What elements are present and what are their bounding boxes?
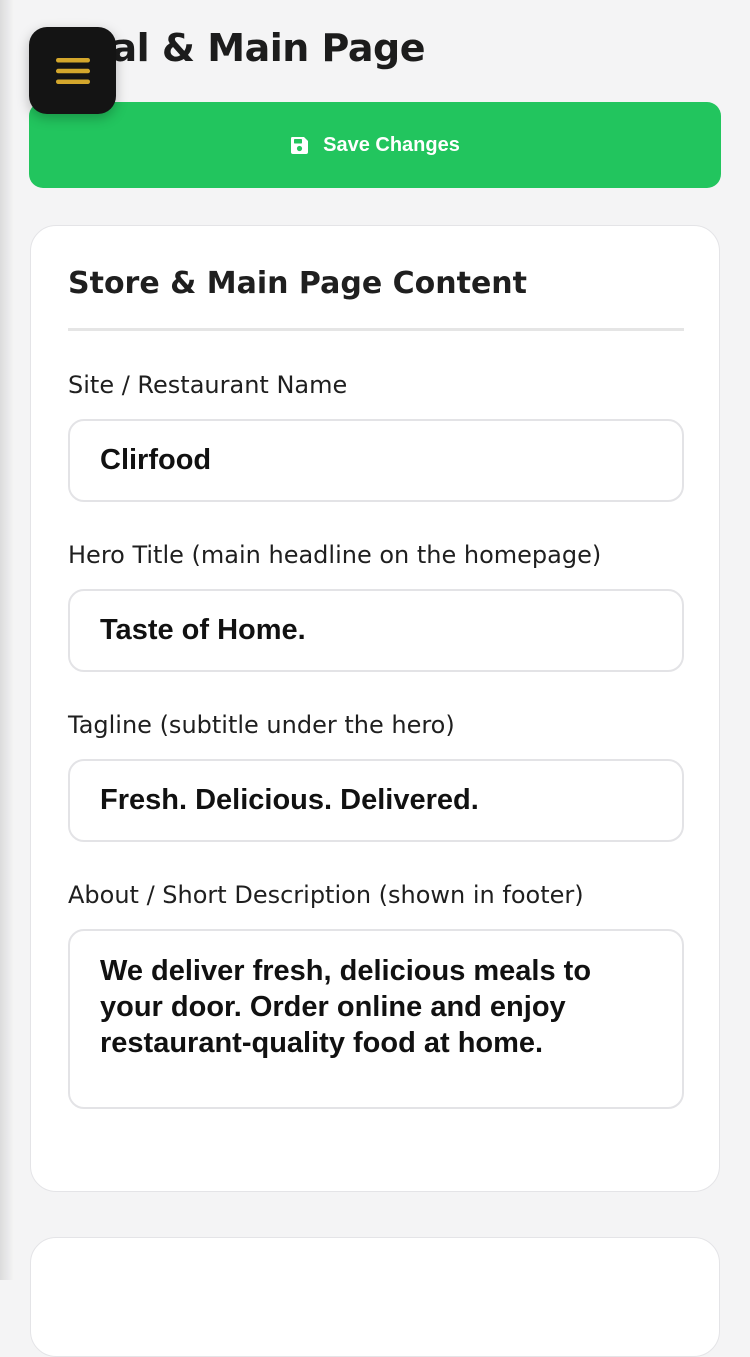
about-label: About / Short Description (shown in foot… <box>68 881 584 909</box>
about-textarea[interactable]: We deliver fresh, delicious meals to you… <box>68 929 684 1109</box>
save-changes-label: Save Changes <box>323 133 460 156</box>
tagline-input[interactable]: Fresh. Delicious. Delivered. <box>68 759 684 842</box>
card-title: Store & Main Page Content <box>68 266 527 301</box>
hamburger-icon <box>55 57 90 84</box>
save-changes-button[interactable]: Save Changes <box>29 102 721 188</box>
page-title: eral & Main Page <box>68 26 426 70</box>
card-divider <box>68 328 684 331</box>
tagline-label: Tagline (subtitle under the hero) <box>68 711 455 739</box>
site-name-input[interactable]: Clirfood <box>68 419 684 502</box>
hero-title-input[interactable]: Taste of Home. <box>68 589 684 672</box>
menu-button[interactable] <box>29 27 116 114</box>
hero-title-label: Hero Title (main headline on the homepag… <box>68 541 602 569</box>
floppy-disk-icon <box>290 136 309 155</box>
drawer-edge-shadow <box>0 0 14 1280</box>
next-settings-card <box>30 1237 720 1357</box>
site-name-label: Site / Restaurant Name <box>68 371 348 399</box>
store-content-card: Store & Main Page Content Site / Restaur… <box>30 225 720 1192</box>
